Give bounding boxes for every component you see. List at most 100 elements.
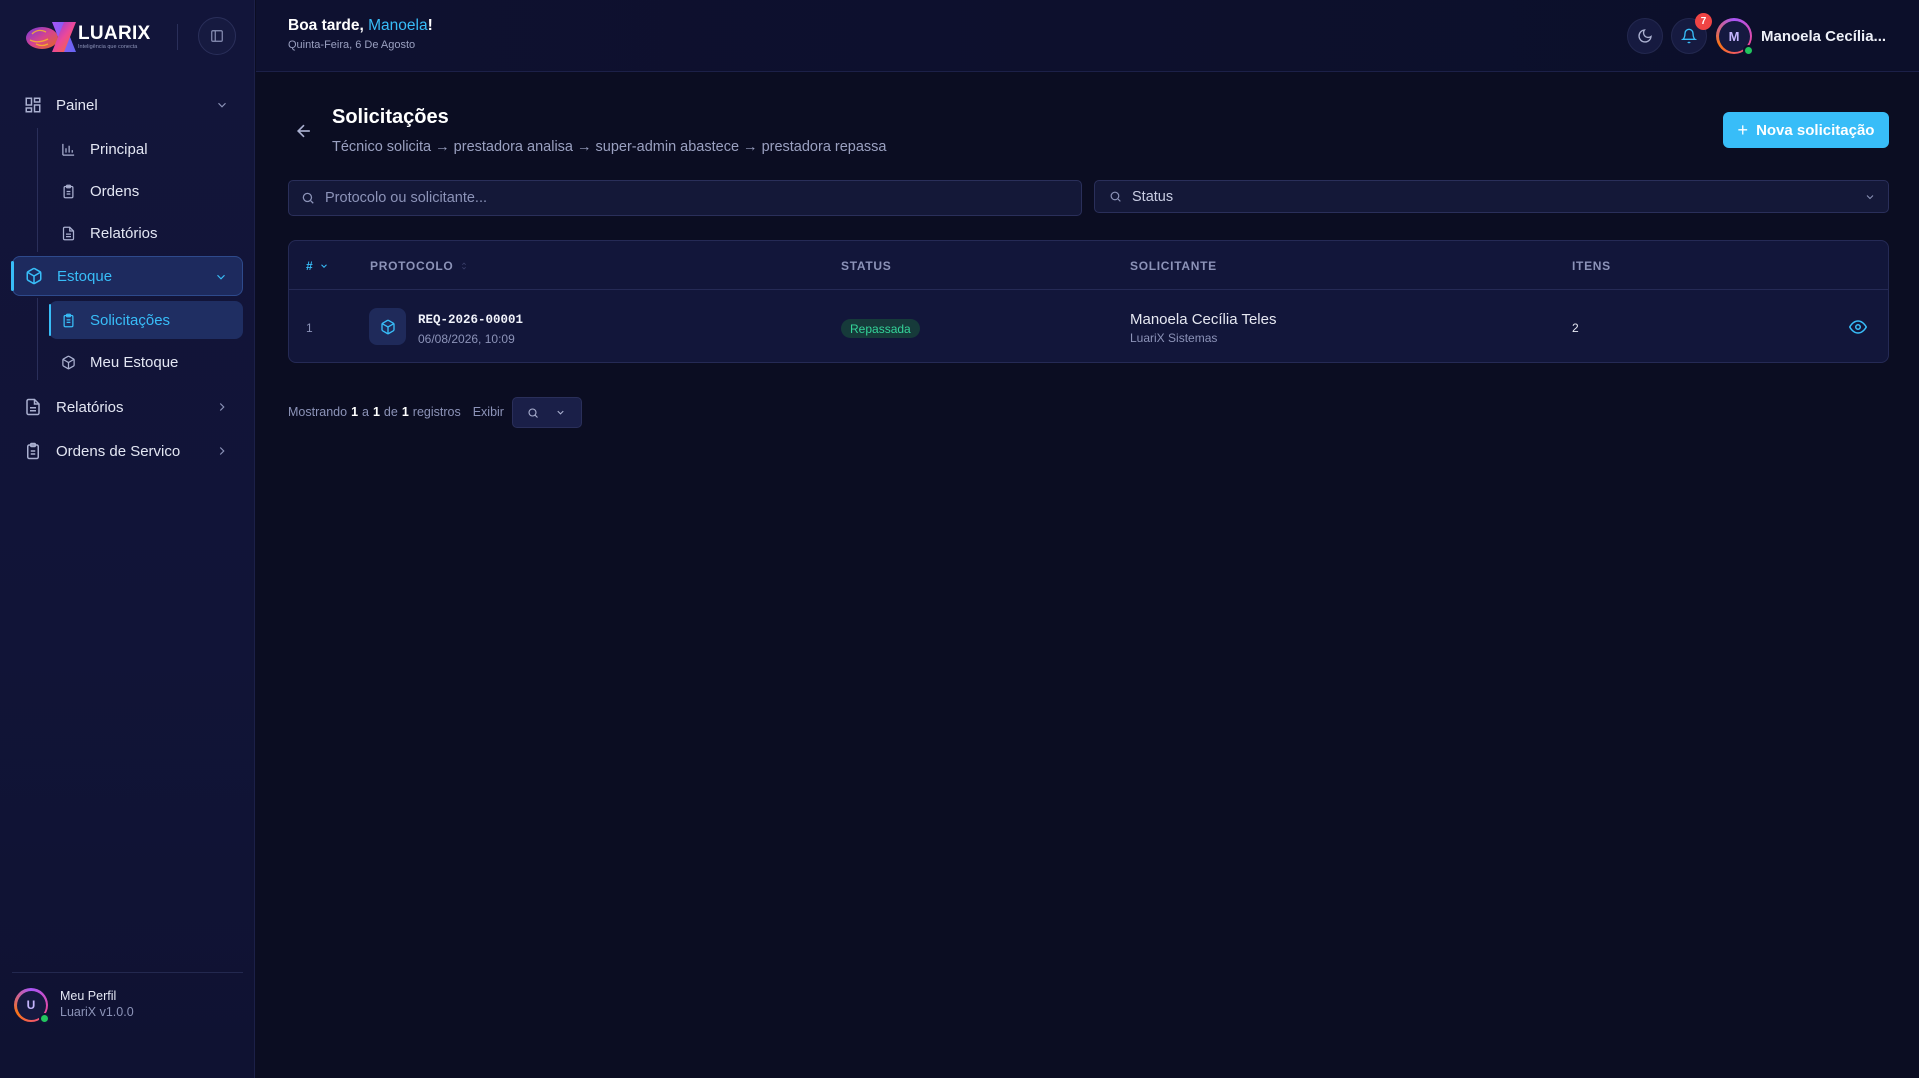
pagination-sep1: a <box>362 405 369 419</box>
search-icon <box>302 192 314 204</box>
sidebar-item-label: Estoque <box>57 267 113 285</box>
new-request-button[interactable]: + Nova solicitação <box>1723 112 1889 148</box>
sidebar-item-label: Ordens <box>90 182 140 200</box>
profile-name: Meu Perfil <box>60 989 117 1004</box>
table-row[interactable]: 1 REQ-2026-00001 06/08/2026, 10:09 Repas… <box>289 290 1888 362</box>
pagination-summary: Mostrando 1 a 1 de 1 registros Exibir <box>288 405 504 419</box>
brand-divider <box>177 24 178 50</box>
brand-name: LUARIX <box>78 22 151 44</box>
moon-icon <box>1638 29 1652 43</box>
status-filter-select[interactable]: Status <box>1094 180 1889 213</box>
current-date: Quinta-Feira, 6 De Agosto <box>288 39 416 51</box>
chevron-down-icon <box>321 264 328 268</box>
column-label: # <box>306 259 314 273</box>
notification-badge: 7 <box>1695 13 1712 30</box>
topbar: Boa tarde, Manoela! Quinta-Feira, 6 De A… <box>256 0 1919 72</box>
eye-icon[interactable] <box>1849 318 1867 336</box>
requester-organization: LuariX Sistemas <box>1130 331 1218 345</box>
greeting-suffix: ! <box>427 17 433 34</box>
bar-chart-icon <box>62 143 75 156</box>
sidebar-item-solicitacoes[interactable]: Solicitações <box>49 301 243 339</box>
requests-table: # PROTOCOLO STATUS SOLICITANTE ITENS 1 R… <box>288 240 1889 363</box>
page-title: Solicitações <box>332 106 449 128</box>
show-label: Exibir <box>472 405 504 419</box>
sidebar-item-relatorios-sub[interactable]: Relatórios <box>49 214 243 252</box>
profile-link[interactable]: U Meu Perfil LuariX v1.0.0 <box>14 985 244 1025</box>
chevron-right-icon <box>219 403 225 411</box>
package-icon <box>369 308 406 345</box>
chevron-down-icon <box>1866 195 1874 200</box>
column-header-items[interactable]: ITENS <box>1572 259 1611 273</box>
notifications-button[interactable]: 7 <box>1671 13 1712 54</box>
clipboard-list-icon <box>63 313 74 327</box>
avatar: M <box>1716 18 1754 56</box>
chevron-right-icon <box>219 447 225 455</box>
file-text-icon <box>62 226 75 240</box>
grid-icon <box>25 97 41 113</box>
search-input[interactable] <box>325 190 1065 206</box>
greeting-prefix: Boa tarde, <box>288 17 369 34</box>
sidebar-item-ordens[interactable]: Ordens <box>49 172 243 210</box>
pagination-from: 1 <box>351 405 359 419</box>
collapse-sidebar-button[interactable] <box>198 17 236 55</box>
sidebar-item-label: Relatórios <box>56 398 124 416</box>
sidebar-item-label: Ordens de Servico <box>56 442 181 460</box>
search-box <box>288 180 1082 216</box>
column-label: ITENS <box>1572 259 1611 273</box>
user-name: Manoela Cecília... <box>1761 27 1887 45</box>
sidebar-item-relatorios[interactable]: Relatórios <box>12 387 243 427</box>
status-badge: Repassada <box>841 319 920 338</box>
user-menu[interactable]: M Manoela Cecília... <box>1716 18 1887 56</box>
profile-divider <box>12 972 243 973</box>
sort-icon <box>462 262 467 270</box>
requester-name: Manoela Cecília Teles <box>1130 311 1277 328</box>
online-indicator <box>1743 45 1754 56</box>
sidebar: LUARIX Inteligência que conecta Painel P… <box>0 0 255 1078</box>
pagination-prefix: Mostrando <box>288 405 348 419</box>
items-count: 2 <box>1572 321 1579 335</box>
sidebar-item-ordens-servico[interactable]: Ordens de Servico <box>12 431 243 471</box>
avatar: U <box>14 988 50 1024</box>
package-icon <box>26 267 42 285</box>
back-arrow-icon[interactable] <box>294 121 314 141</box>
brand-logo[interactable]: LUARIX Inteligência que conecta <box>22 18 167 56</box>
clipboard-icon <box>27 442 39 460</box>
sidebar-item-label: Principal <box>90 140 148 158</box>
search-icon <box>528 407 538 418</box>
column-label: SOLICITANTE <box>1130 259 1217 273</box>
column-header-index[interactable]: # <box>306 259 329 273</box>
box-icon <box>62 355 75 369</box>
protocol-datetime: 06/08/2026, 10:09 <box>418 332 515 346</box>
sidebar-item-label: Relatórios <box>90 224 158 242</box>
pagination-total: 1 <box>401 405 409 419</box>
row-index: 1 <box>306 321 313 335</box>
bell-icon <box>1681 28 1697 44</box>
column-header-protocol[interactable]: PROTOCOLO <box>370 259 469 273</box>
column-header-status[interactable]: STATUS <box>841 259 891 273</box>
greeting: Boa tarde, Manoela! Quinta-Feira, 6 De A… <box>288 17 433 51</box>
sidebar-item-label: Painel <box>56 96 98 114</box>
pagination-suffix: registros <box>412 405 461 419</box>
plus-icon: + <box>1737 120 1749 140</box>
per-page-select[interactable] <box>512 397 582 428</box>
status-filter-value: Status <box>1132 188 1174 205</box>
sidebar-item-estoque[interactable]: Estoque <box>11 256 243 296</box>
clipboard-icon <box>63 184 74 198</box>
sidebar-item-label: Meu Estoque <box>90 353 179 371</box>
sidebar-item-meu-estoque[interactable]: Meu Estoque <box>49 343 243 381</box>
brand-mark-icon <box>22 18 86 56</box>
chevron-down-icon <box>557 410 564 415</box>
greeting-title: Boa tarde, Manoela! <box>288 17 433 35</box>
online-indicator <box>39 1013 50 1024</box>
brand-tagline: Inteligência que conecta <box>78 43 138 50</box>
column-label: STATUS <box>841 259 892 273</box>
new-request-label: Nova solicitação <box>1756 121 1875 139</box>
sidebar-item-painel[interactable]: Painel <box>12 85 243 125</box>
sidebar-item-principal[interactable]: Principal <box>49 130 243 168</box>
sidebar-toggle-icon <box>211 30 223 42</box>
theme-toggle-button[interactable] <box>1627 18 1663 54</box>
submenu-line <box>37 128 38 252</box>
pagination-to: 1 <box>372 405 380 419</box>
column-header-requester[interactable]: SOLICITANTE <box>1130 259 1217 273</box>
submenu-line <box>37 298 38 380</box>
